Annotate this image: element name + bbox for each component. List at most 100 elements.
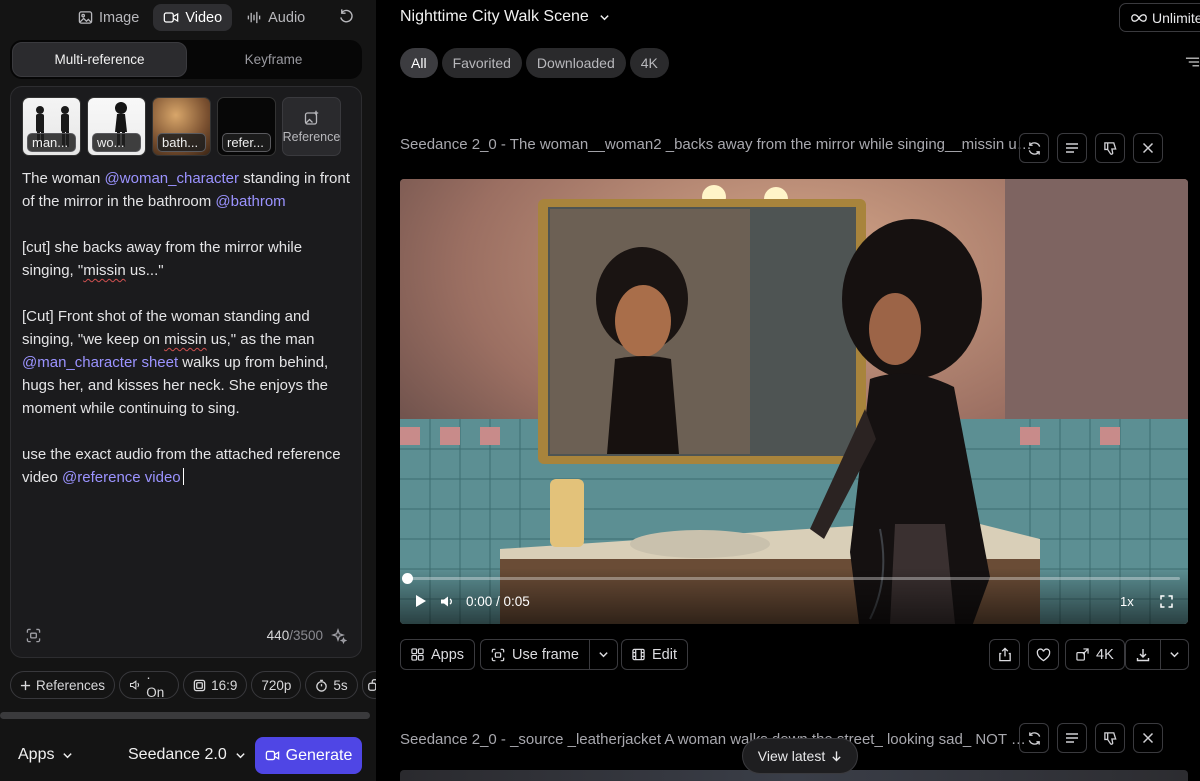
- video-icon: [164, 12, 179, 23]
- filter-all[interactable]: All: [400, 48, 438, 78]
- close-icon: [1142, 142, 1154, 154]
- reference-thumbnails: man... wo... bath... refer... Reference: [22, 97, 341, 156]
- generation-header-actions: [1019, 723, 1163, 753]
- playback-speed[interactable]: 1x: [1120, 594, 1134, 609]
- fullscreen-icon[interactable]: [1160, 595, 1173, 608]
- view-latest-button[interactable]: View latest: [742, 738, 858, 774]
- generations-feed: Nighttime City Walk Scene Unlimite All F…: [376, 0, 1200, 781]
- upscale-4k-button[interactable]: 4K: [1065, 639, 1125, 670]
- generation-actions: Apps Use frame Edit 4K: [400, 639, 1189, 670]
- tab-keyframe[interactable]: Keyframe: [187, 42, 360, 77]
- text-lines-icon: [1066, 733, 1078, 743]
- sort-icon[interactable]: [1185, 56, 1200, 68]
- aspect-ratio-icon: [193, 679, 206, 691]
- filter-downloaded[interactable]: Downloaded: [525, 48, 626, 78]
- plus-icon: [20, 680, 31, 690]
- mode-switcher: Image Video Audio: [68, 4, 315, 31]
- filter-4k[interactable]: 4K: [629, 48, 669, 78]
- scene-selector[interactable]: Nighttime City Walk Scene: [400, 8, 610, 26]
- video-frame-image: [400, 179, 1188, 624]
- remove-button[interactable]: [1133, 133, 1163, 163]
- panel-scrollbar[interactable]: [0, 712, 370, 719]
- download-menu-button[interactable]: [1160, 640, 1188, 669]
- reference-thumb-bathroom[interactable]: bath...: [152, 97, 211, 156]
- filter-bar: All Favorited Downloaded 4K: [400, 48, 669, 78]
- reference-thumb-woman[interactable]: wo...: [87, 97, 146, 156]
- enhance-prompt-icon[interactable]: [331, 628, 347, 644]
- regenerate-button[interactable]: [1019, 133, 1049, 163]
- resolution-chip[interactable]: 720p: [251, 671, 302, 699]
- mode-image-button[interactable]: Image: [68, 4, 149, 31]
- use-frame-button[interactable]: Use frame: [481, 640, 589, 669]
- regenerate-button[interactable]: [1019, 723, 1049, 753]
- generation-title: Seedance 2_0 - The woman__woman2 _backs …: [400, 136, 1034, 153]
- filter-favorited[interactable]: Favorited: [441, 48, 522, 78]
- use-frame-menu-button[interactable]: [588, 640, 617, 669]
- audio-toggle-chip[interactable]: · On: [119, 670, 180, 700]
- prompt-blank-line: [22, 282, 354, 305]
- edit-button[interactable]: Edit: [621, 639, 688, 670]
- reference-tag: man...: [27, 133, 76, 152]
- references-chip[interactable]: References: [10, 671, 116, 699]
- mode-video-button[interactable]: Video: [153, 4, 233, 31]
- mention-bathroom[interactable]: @bathrom: [215, 193, 285, 210]
- misspelled-word: missin: [83, 262, 126, 279]
- apps-dropdown[interactable]: Apps: [18, 746, 73, 764]
- reset-icon[interactable]: [338, 8, 355, 25]
- mode-audio-button[interactable]: Audio: [236, 4, 315, 31]
- model-dropdown[interactable]: Seedance 2.0: [128, 746, 246, 764]
- arrow-down-icon: [832, 751, 841, 762]
- prompt-blank-line: [22, 213, 354, 236]
- download-split-button: [1125, 639, 1189, 670]
- mention-man-character[interactable]: @man_character sheet: [22, 354, 178, 371]
- reference-tag: wo...: [92, 133, 141, 152]
- prompt-paragraph: The woman @woman_character standing in f…: [22, 167, 354, 213]
- character-count-max: /3500: [289, 628, 323, 643]
- volume-icon[interactable]: [440, 595, 454, 608]
- prompt-text: The woman: [22, 170, 105, 187]
- details-button[interactable]: [1057, 133, 1087, 163]
- add-reference-button[interactable]: Reference: [282, 97, 341, 156]
- favorite-button[interactable]: [1028, 639, 1059, 670]
- prompt-textarea[interactable]: The woman @woman_character standing in f…: [22, 167, 354, 489]
- generate-button[interactable]: Generate: [255, 737, 362, 774]
- video-player[interactable]: 0:00 / 0:05 1x: [400, 179, 1188, 624]
- character-count-current: 440: [266, 628, 290, 643]
- duration-chip[interactable]: 5s: [305, 671, 358, 699]
- apps-button[interactable]: Apps: [400, 639, 476, 670]
- resolution-label: 720p: [261, 677, 292, 693]
- reference-tag: refer...: [222, 133, 271, 152]
- heart-icon: [1036, 647, 1051, 661]
- reference-thumb-video[interactable]: refer...: [217, 97, 276, 156]
- infinity-icon: [1131, 13, 1147, 22]
- aspect-ratio-chip[interactable]: 16:9: [183, 671, 248, 699]
- dislike-button[interactable]: [1095, 723, 1125, 753]
- play-icon[interactable]: [414, 594, 427, 608]
- remove-button[interactable]: [1133, 723, 1163, 753]
- reference-thumb-man[interactable]: man...: [22, 97, 81, 156]
- reference-tag: bath...: [157, 133, 206, 152]
- seek-handle[interactable]: [402, 573, 413, 584]
- mention-woman-character[interactable]: @woman_character: [105, 170, 239, 187]
- prompt-paragraph: [Cut] Front shot of the woman standing a…: [22, 305, 354, 420]
- download-button[interactable]: [1126, 640, 1160, 669]
- details-button[interactable]: [1057, 723, 1087, 753]
- mention-reference-video[interactable]: @reference video: [62, 469, 181, 486]
- frame-capture-icon[interactable]: [26, 628, 41, 643]
- dislike-button[interactable]: [1095, 133, 1125, 163]
- tab-multi-reference[interactable]: Multi-reference: [12, 42, 187, 77]
- model-dropdown-label: Seedance 2.0: [128, 746, 227, 763]
- chevron-down-icon: [1170, 652, 1179, 658]
- video-icon: [265, 750, 279, 761]
- prompt-paragraph: use the exact audio from the attached re…: [22, 443, 354, 489]
- share-icon: [998, 647, 1011, 662]
- seek-bar[interactable]: [406, 577, 1180, 580]
- download-icon: [1136, 648, 1150, 661]
- thumbs-down-icon: [1103, 141, 1117, 155]
- share-button[interactable]: [989, 639, 1020, 670]
- thumbs-down-icon: [1103, 731, 1117, 745]
- chevron-down-icon: [63, 752, 73, 758]
- generation-settings: References · On 16:9 720p 5s: [10, 670, 387, 700]
- plan-button[interactable]: Unlimite: [1119, 3, 1200, 32]
- use-frame-label: Use frame: [512, 646, 579, 663]
